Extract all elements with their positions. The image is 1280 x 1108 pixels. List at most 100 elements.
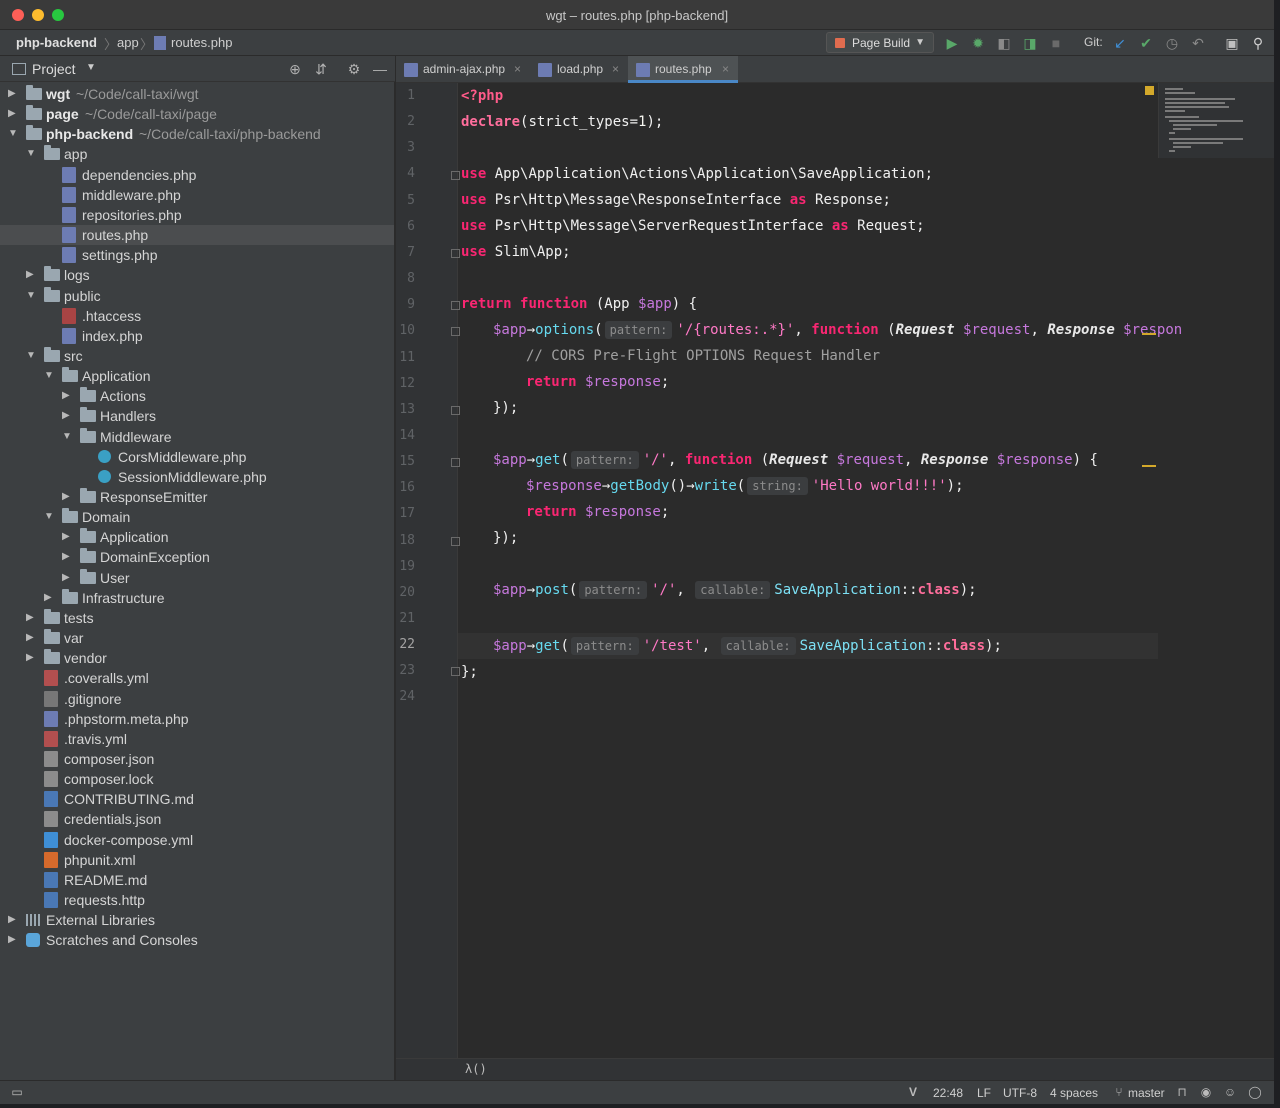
tree-item[interactable]: .travis.yml xyxy=(0,729,394,749)
collapsed-arrow-icon[interactable]: ▶ xyxy=(26,632,36,643)
stop-icon[interactable]: ■ xyxy=(1047,34,1065,52)
tree-item[interactable]: ▶ External Libraries xyxy=(0,910,394,930)
line-number[interactable]: 17 xyxy=(385,506,415,521)
tree-item[interactable]: ▼ Domain xyxy=(0,507,394,527)
expanded-arrow-icon[interactable]: ▼ xyxy=(62,431,72,442)
line-number[interactable]: 24 xyxy=(385,689,415,704)
line-number[interactable]: 3 xyxy=(385,140,415,155)
indent-setting[interactable]: 4 spaces xyxy=(1050,1086,1098,1100)
collapsed-arrow-icon[interactable]: ▶ xyxy=(62,551,72,562)
tree-item[interactable]: ▶ var xyxy=(0,628,394,648)
collapse-all-icon[interactable]: ⇵ xyxy=(312,60,330,78)
line-number[interactable]: 20 xyxy=(385,585,415,600)
expanded-arrow-icon[interactable]: ▼ xyxy=(44,511,54,522)
warning-stripe[interactable] xyxy=(1142,333,1156,335)
line-number[interactable]: 15 xyxy=(385,454,415,469)
line-number[interactable]: 16 xyxy=(385,480,415,495)
tool-windows-icon[interactable]: ▭ xyxy=(10,1085,24,1099)
fold-icon[interactable] xyxy=(451,537,460,546)
tree-item[interactable]: credentials.json xyxy=(0,809,394,829)
line-number-gutter[interactable]: 1 2 3 4 5 6 7 8 9 10 11 12 13 14 15 16 17 18 19 20 21 22 23 24 xyxy=(396,83,458,1058)
line-number[interactable]: 12 xyxy=(385,376,415,391)
expanded-arrow-icon[interactable]: ▼ xyxy=(44,370,54,381)
tree-item[interactable]: CorsMiddleware.php xyxy=(0,447,394,467)
code-minimap[interactable] xyxy=(1158,83,1274,158)
run-icon[interactable]: ▶ xyxy=(943,34,961,52)
tree-item[interactable]: ▶ logs xyxy=(0,265,394,285)
fold-icon[interactable] xyxy=(451,327,460,336)
tree-item[interactable]: .htaccess xyxy=(0,306,394,326)
collapsed-arrow-icon[interactable]: ▶ xyxy=(62,390,72,401)
collapsed-arrow-icon[interactable]: ▶ xyxy=(26,612,36,623)
tree-item[interactable]: ▶ Actions xyxy=(0,386,394,406)
line-number[interactable]: 11 xyxy=(385,350,415,365)
line-number[interactable]: 4 xyxy=(385,166,415,181)
line-number[interactable]: 18 xyxy=(385,533,415,548)
tab-routes[interactable]: routes.php × xyxy=(628,56,738,83)
tree-item[interactable]: .gitignore xyxy=(0,689,394,709)
tree-item[interactable]: ▶ Scratches and Consoles xyxy=(0,930,394,950)
event-log-icon[interactable]: ◉ xyxy=(1199,1085,1213,1099)
tree-item[interactable]: ▼ src xyxy=(0,346,394,366)
coverage-icon[interactable]: ◧ xyxy=(995,34,1013,52)
collapsed-arrow-icon[interactable]: ▶ xyxy=(8,108,18,119)
git-branch[interactable]: master xyxy=(1128,1086,1165,1100)
line-number[interactable]: 8 xyxy=(385,271,415,286)
line-number[interactable]: 13 xyxy=(385,402,415,417)
line-separator[interactable]: LF xyxy=(977,1086,991,1100)
code-breadcrumb[interactable]: λ() xyxy=(465,1062,487,1076)
git-rollback-icon[interactable]: ↶ xyxy=(1189,34,1207,52)
tree-item[interactable]: SessionMiddleware.php xyxy=(0,467,394,487)
hide-panel-icon[interactable]: — xyxy=(371,60,389,78)
line-number[interactable]: 23 xyxy=(385,663,415,678)
line-number[interactable]: 19 xyxy=(385,559,415,574)
expanded-arrow-icon[interactable]: ▼ xyxy=(26,290,36,301)
tree-item[interactable]: dependencies.php xyxy=(0,165,394,185)
search-icon[interactable]: ⚲ xyxy=(1249,34,1267,52)
breadcrumb-project[interactable]: php-backend xyxy=(16,35,97,50)
line-number[interactable]: 1 xyxy=(385,88,415,103)
fold-icon[interactable] xyxy=(451,249,460,258)
fold-icon[interactable] xyxy=(451,406,460,415)
tree-item[interactable]: composer.lock xyxy=(0,769,394,789)
tree-item[interactable]: ▶ vendor xyxy=(0,648,394,668)
project-panel-title[interactable]: Project xyxy=(32,61,76,77)
debug-icon[interactable]: ✹ xyxy=(969,34,987,52)
warning-stripe[interactable] xyxy=(1142,465,1156,467)
locate-file-icon[interactable]: ⊕ xyxy=(286,60,304,78)
lock-icon[interactable]: ⊓ xyxy=(1175,1085,1189,1099)
tree-item[interactable]: .phpstorm.meta.php xyxy=(0,709,394,729)
breadcrumb-file[interactable]: routes.php xyxy=(171,35,232,50)
tree-item[interactable]: ▼ public xyxy=(0,286,394,306)
tree-item[interactable]: ▶ DomainException xyxy=(0,547,394,567)
expanded-arrow-icon[interactable]: ▼ xyxy=(8,128,18,139)
line-number[interactable]: 5 xyxy=(385,193,415,208)
run-configuration-select[interactable]: Page Build ▼ xyxy=(826,32,934,53)
line-number[interactable]: 7 xyxy=(385,245,415,260)
vim-icon[interactable]: V xyxy=(906,1085,920,1099)
tree-item[interactable]: ▶ Application xyxy=(0,527,394,547)
tree-item[interactable]: README.md xyxy=(0,870,394,890)
fold-icon[interactable] xyxy=(451,301,460,310)
git-commit-icon[interactable]: ✔ xyxy=(1137,34,1155,52)
collapsed-arrow-icon[interactable]: ▶ xyxy=(62,491,72,502)
tree-item[interactable]: CONTRIBUTING.md xyxy=(0,789,394,809)
tree-item[interactable]: index.php xyxy=(0,326,394,346)
tree-item[interactable]: ▶ wgt ~/Code/call-taxi/wgt xyxy=(0,84,394,104)
tree-item[interactable]: ▶ tests xyxy=(0,608,394,628)
tree-item[interactable]: ▼ Application xyxy=(0,366,394,386)
gear-icon[interactable]: ⚙ xyxy=(345,60,363,78)
tree-item[interactable]: repositories.php xyxy=(0,205,394,225)
line-number[interactable]: 22 xyxy=(385,637,415,652)
git-update-icon[interactable]: ↙ xyxy=(1111,34,1129,52)
fold-icon[interactable] xyxy=(451,458,460,467)
tree-item[interactable]: ▶ User xyxy=(0,568,394,588)
tree-item[interactable]: settings.php xyxy=(0,245,394,265)
collapsed-arrow-icon[interactable]: ▶ xyxy=(26,269,36,280)
line-number[interactable]: 2 xyxy=(385,114,415,129)
close-icon[interactable]: × xyxy=(722,62,729,76)
chevron-down-icon[interactable]: ▼ xyxy=(86,62,96,73)
expanded-arrow-icon[interactable]: ▼ xyxy=(26,148,36,159)
collapsed-arrow-icon[interactable]: ▶ xyxy=(62,572,72,583)
line-number[interactable]: 10 xyxy=(385,323,415,338)
